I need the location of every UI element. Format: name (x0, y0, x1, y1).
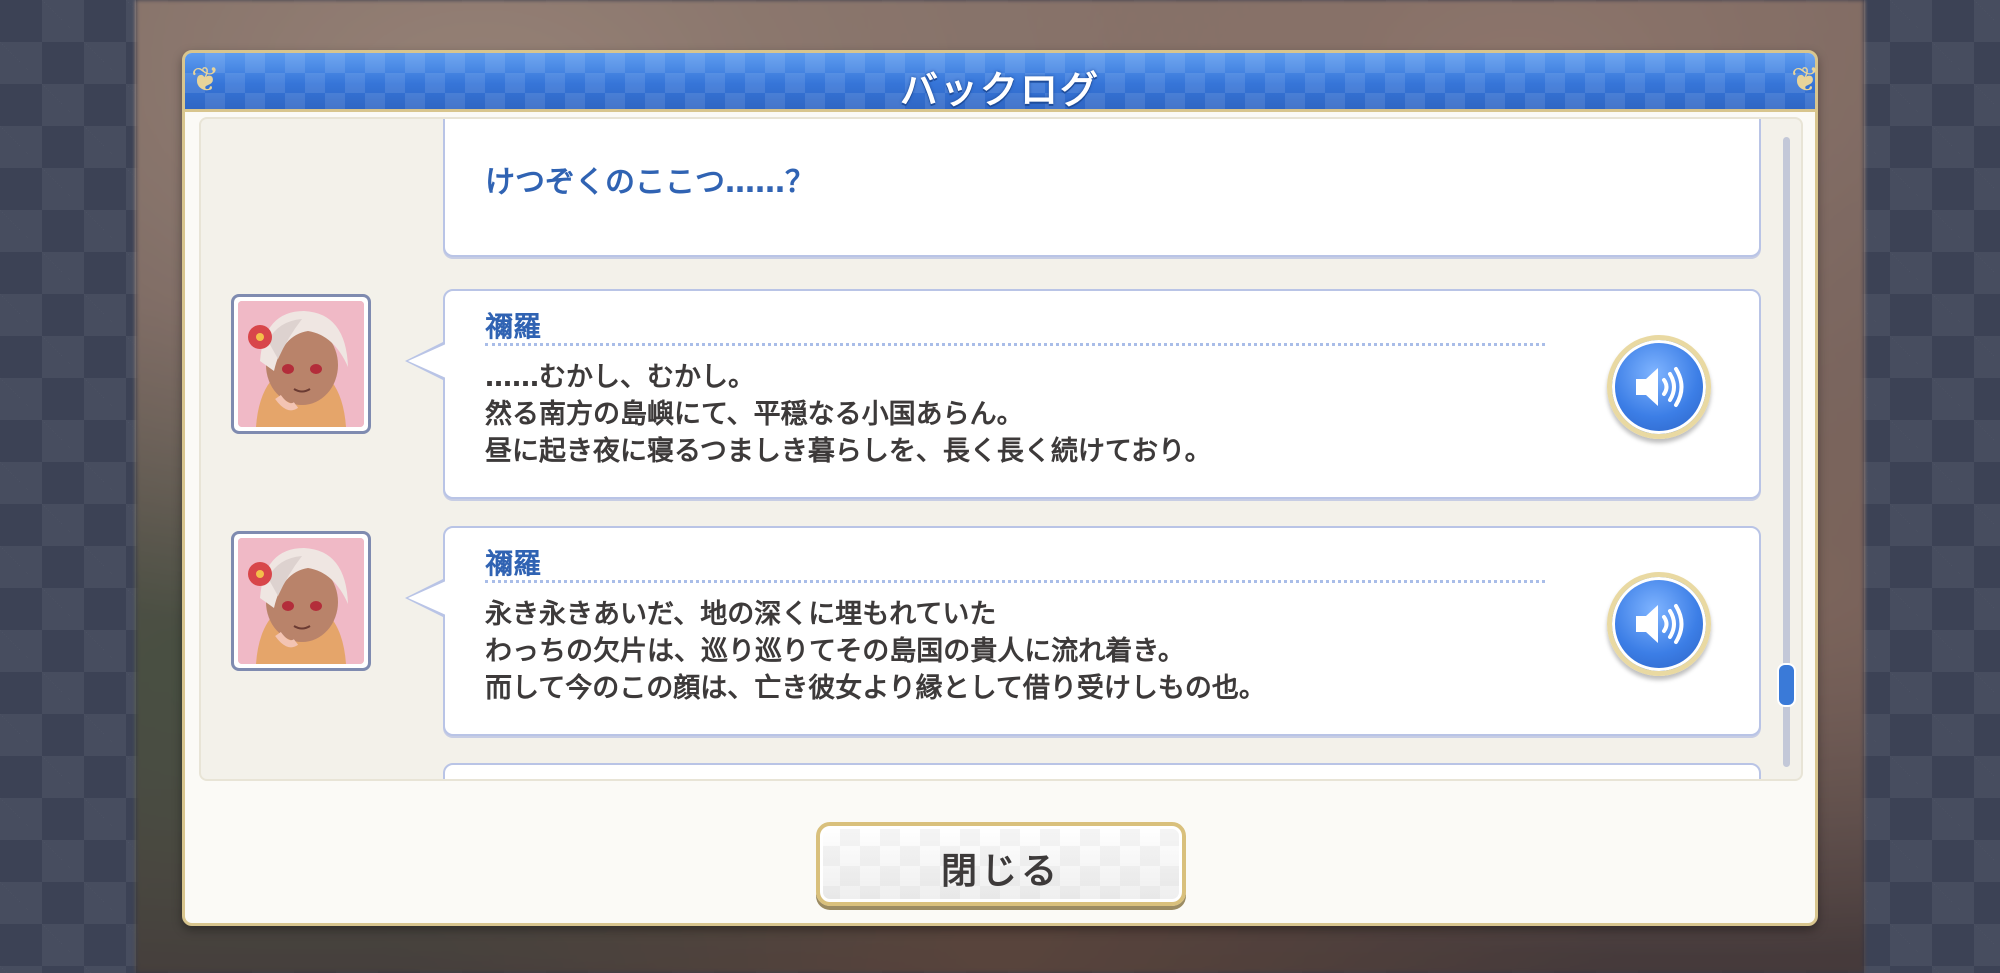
log-entry: 禰羅 ……むかし、むかし。 然る南方の島嶼にて、平穏なる小国あらん。 昼に起き夜… (405, 289, 1761, 499)
speaker-divider (485, 343, 1545, 346)
speaker-divider (485, 580, 1545, 583)
character-avatar (231, 294, 371, 434)
log-entry-text: 永き永きあいだ、地の深くに埋もれていた わっちの欠片は、巡り巡りてその島国の貴人… (485, 596, 1266, 707)
log-line: 然る南方の島嶼にて、平穏なる小国あらん。 (485, 399, 1024, 430)
speech-bubble-tail (405, 578, 446, 618)
speaker-name: 禰羅 (485, 310, 542, 343)
log-line: 昼に起き夜に寝るつましき暮らしを、長く長く続けており。 (485, 436, 1212, 467)
dialog-header: ❦ バックログ ❦ (185, 53, 1820, 112)
log-entry: 禰羅 永き永きあいだ、地の深くに埋もれていた わっちの欠片は、巡り巡りてその島国… (405, 526, 1761, 736)
log-line: ……むかし、むかし。 (485, 362, 755, 393)
play-voice-button[interactable] (1607, 335, 1711, 439)
dialog-title: バックログ (899, 68, 1100, 112)
backlog-dialog: ❦ バックログ ❦ けつぞくのここつ……？ 禰羅 ……むかし、むかし。 然る南方… (182, 50, 1820, 926)
log-line: 永き永きあいだ、地の深くに埋もれていた (485, 599, 997, 630)
speech-bubble-tail (405, 341, 446, 381)
log-entry: けつぞくのここつ……？ (443, 119, 1761, 257)
close-button-label: 閉じる (940, 851, 1061, 892)
scrollbar-thumb[interactable] (1779, 665, 1794, 705)
character-portrait-icon (238, 301, 364, 427)
log-entry-text: ……むかし、むかし。 然る南方の島嶼にて、平穏なる小国あらん。 昼に起き夜に寝る… (485, 359, 1212, 470)
close-button[interactable]: 閉じる (816, 822, 1186, 906)
character-portrait-icon (238, 538, 364, 664)
ornament-right-icon: ❦ (1791, 60, 1820, 100)
backlog-list[interactable]: けつぞくのここつ……？ 禰羅 ……むかし、むかし。 然る南方の島嶼にて、平穏なる… (199, 117, 1803, 781)
log-line: 而して今のこの顔は、亡き彼女より縁として借り受けしもの也。 (485, 673, 1266, 704)
ornament-left-icon: ❦ (191, 60, 220, 100)
log-entry-text: けつぞくのここつ……？ (485, 165, 815, 200)
speaker-volume-icon (1636, 367, 1684, 407)
log-entry (443, 763, 1761, 779)
play-voice-button[interactable] (1607, 572, 1711, 676)
speaker-name: 禰羅 (485, 547, 542, 580)
character-avatar (231, 531, 371, 671)
log-line: わっちの欠片は、巡り巡りてその島国の貴人に流れ着き。 (485, 636, 1185, 667)
speaker-volume-icon (1636, 604, 1684, 644)
